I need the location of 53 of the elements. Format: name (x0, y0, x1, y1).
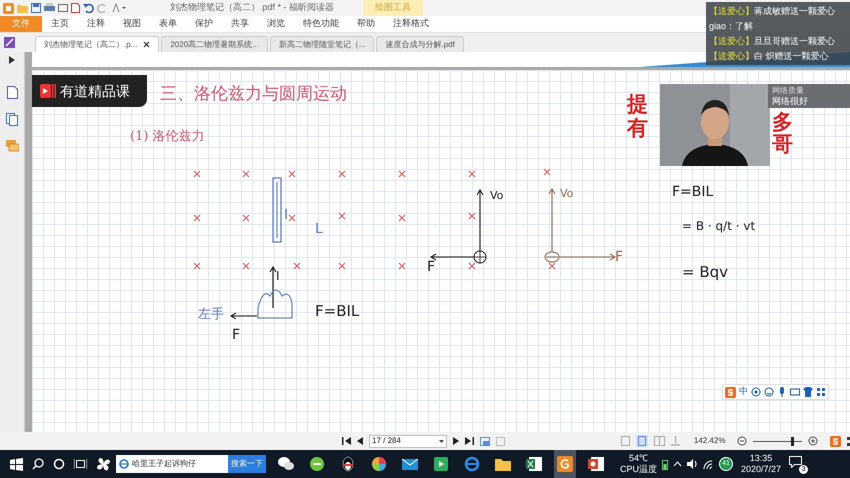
chat-message: 蒋成敏赠送一颗爱心 (754, 5, 835, 17)
search-button[interactable]: 搜索一下 (228, 455, 266, 473)
document-tab[interactable]: 新高二物理随堂笔记（... (270, 36, 374, 52)
network-label: 网络质量 (772, 85, 805, 96)
banner-text: 有 (627, 118, 648, 139)
handwritten-heading: 三、洛伦兹力与圆周运动 (160, 83, 347, 106)
handwritten-note: F (427, 260, 436, 274)
handwritten-note: F (615, 250, 624, 264)
handwritten-note: 左手 (198, 308, 224, 321)
gift-tag: 【送爱心】 (709, 5, 754, 17)
page-number-field[interactable]: 17 / 284 (369, 434, 447, 448)
menu-tab[interactable]: 视图 (114, 17, 150, 31)
handwritten-note: = B · q/t · vt (682, 220, 756, 232)
handwritten-note: F=BIL (315, 304, 360, 319)
temperature-value: 54℃ (629, 453, 648, 464)
handwritten-note: Vo (490, 190, 504, 201)
menu-tab[interactable]: 浏览 (258, 17, 294, 31)
menu-tab[interactable]: 注释 (78, 17, 114, 31)
chat-message: giao：了解 (709, 20, 754, 32)
handwritten-subheading: (1) 洛伦兹力 (130, 128, 205, 146)
menu-tab[interactable]: 特色功能 (294, 17, 348, 31)
temperature-label: CPU温度 (620, 464, 658, 475)
handwritten-note: I (284, 208, 288, 222)
chat-message: 白 炽赠送一颗爱心 (754, 50, 829, 62)
banner-text: 哥 (772, 134, 793, 155)
gift-tag: 【送爱心】 (709, 50, 754, 62)
chat-message: 旦旦哥赠送一颗爱心 (754, 35, 835, 47)
clock-date[interactable]: 2020/7/27 (741, 464, 782, 475)
menu-tab[interactable]: 共享 (222, 17, 258, 31)
logo-text: 有道精品课 (60, 82, 130, 100)
handwritten-note: F (232, 328, 240, 342)
document-tab[interactable]: 速度合成与分解.pdf (376, 36, 464, 52)
handwritten-note: I (276, 270, 280, 282)
banner-text: 提 (627, 94, 648, 115)
menu-tab[interactable]: 表单 (150, 17, 186, 31)
menu-tab[interactable]: 保护 (186, 17, 222, 31)
browser-search-field[interactable]: 哈里王子起诉狗仔 (116, 455, 228, 473)
menu-tab[interactable]: 主页 (42, 17, 78, 31)
network-value: 网络很好 (772, 96, 809, 107)
menu-tab[interactable]: 帮助 (348, 17, 384, 31)
handwritten-note: L (315, 222, 323, 236)
clock-time[interactable]: 13:35 (750, 453, 772, 464)
banner-text: 多 (772, 112, 793, 133)
handwritten-note: = Bqv (682, 265, 728, 280)
handwritten-note: F=BIL (672, 185, 714, 199)
input-mode-toggle[interactable]: 中 (739, 385, 748, 399)
gift-tag: 【送爱心】 (709, 35, 754, 47)
menu-tab[interactable]: 注释格式 (384, 17, 438, 31)
handwritten-note: Vo (560, 188, 574, 199)
window-title: 刘杰物理笔记（高二）.pdf * - 福昕阅读器 (170, 1, 334, 14)
zoom-value: 142.42% (694, 435, 726, 447)
document-tab[interactable]: 刘杰物理笔记（高二）.p... (35, 36, 160, 52)
document-tab[interactable]: 2020高二物理暑期系统... (161, 36, 268, 52)
